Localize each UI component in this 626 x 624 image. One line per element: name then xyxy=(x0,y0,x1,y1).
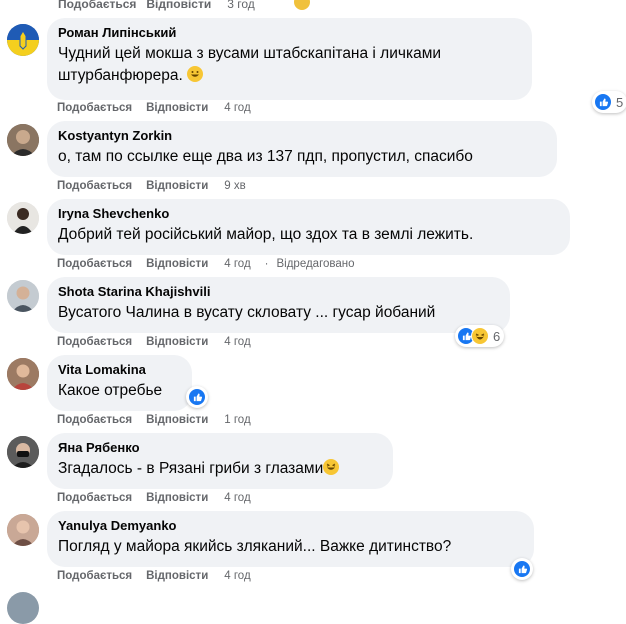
like-icon xyxy=(513,560,531,578)
reaction-summary[interactable]: 6 xyxy=(455,325,505,347)
comment-author[interactable]: Vita Lomakina xyxy=(58,362,180,378)
reply-link[interactable]: Відповісти xyxy=(146,102,208,114)
like-link[interactable]: Подобається xyxy=(58,0,136,11)
timestamp[interactable]: 4 год xyxy=(224,336,250,348)
timestamp[interactable]: 4 год xyxy=(224,258,250,270)
comment-bubble: Kostyantyn Zorkin о, там по ссылке еще д… xyxy=(47,121,557,177)
timestamp[interactable]: 4 год xyxy=(224,570,250,582)
avatar[interactable] xyxy=(7,358,39,390)
comment-text: Какое отребье xyxy=(58,382,163,399)
reply-link[interactable]: Відповісти xyxy=(146,258,208,270)
like-link[interactable]: Подобається xyxy=(57,336,132,348)
comment-actions: Подобається Відповісти 4 год xyxy=(57,102,265,114)
comment-actions: Подобається Відповісти 4 год · Відредаго… xyxy=(57,258,369,270)
comment-author[interactable]: Kostyantyn Zorkin xyxy=(58,128,545,144)
comment-text: Чудний цей мокша з вусами штабскапітана … xyxy=(58,45,442,84)
like-link[interactable]: Подобається xyxy=(57,414,132,426)
comment-author[interactable]: Роман Липінський xyxy=(58,25,520,41)
comment-actions: Подобається Відповісти 4 год xyxy=(57,336,265,348)
comment-bubble: Yanulya Demyanko Погляд у майора якийсь … xyxy=(47,511,534,567)
like-icon xyxy=(594,93,612,111)
timestamp[interactable]: 9 хв xyxy=(224,180,245,192)
comment-author[interactable]: Iryna Shevchenko xyxy=(58,206,558,222)
timestamp[interactable]: 3 год xyxy=(227,0,255,11)
comment-actions: Подобається Відповісти 9 хв xyxy=(57,180,260,192)
haha-icon xyxy=(471,327,489,345)
avatar[interactable] xyxy=(7,280,39,312)
comment-actions: Подобається Відповісти 1 год xyxy=(57,414,265,426)
separator-dot: · xyxy=(264,258,269,270)
timestamp[interactable]: 1 год xyxy=(224,414,250,426)
avatar[interactable] xyxy=(7,436,39,468)
grinning-emoji-icon xyxy=(187,66,204,82)
comment-text: Вусатого Чалина в вусату скловату ... гу… xyxy=(58,304,436,321)
reaction-icon[interactable] xyxy=(292,0,312,12)
comment-author[interactable]: Yanulya Demyanko xyxy=(58,518,522,534)
like-link[interactable]: Подобається xyxy=(57,492,132,504)
comment-bubble: Shota Starina Khajishvili Вусатого Чалин… xyxy=(47,277,510,333)
comment-author[interactable]: Shota Starina Khajishvili xyxy=(58,284,498,300)
comment-text: Погляд у майора якийсь зляканий... Важке… xyxy=(58,538,452,555)
avatar[interactable] xyxy=(7,124,39,156)
rofl-emoji-icon xyxy=(323,459,340,475)
reply-link[interactable]: Відповісти xyxy=(146,570,208,582)
like-link[interactable]: Подобається xyxy=(57,180,132,192)
comment-actions: Подобається Відповісти 4 год xyxy=(57,492,265,504)
comment-bubble: Роман Липінський Чудний цей мокша з вуса… xyxy=(47,18,532,100)
timestamp[interactable]: 4 год xyxy=(224,102,250,114)
avatar[interactable] xyxy=(7,514,39,546)
edited-label[interactable]: Відредаговано xyxy=(277,258,355,270)
like-icon xyxy=(188,388,206,406)
comment-text: о, там по ссылке еще два из 137 пдп, про… xyxy=(58,148,473,165)
like-link[interactable]: Подобається xyxy=(57,258,132,270)
comment-bubble: Яна Рябенко Згадалось - в Рязані гриби з… xyxy=(47,433,393,489)
reaction-count: 6 xyxy=(493,328,501,344)
reply-link[interactable]: Відповісти xyxy=(146,336,208,348)
timestamp[interactable]: 4 год xyxy=(224,492,250,504)
comment-bubble: Vita Lomakina Какое отребье xyxy=(47,355,192,411)
comment-author[interactable]: Яна Рябенко xyxy=(58,440,381,456)
reaction-count: 5 xyxy=(616,94,624,110)
reply-link[interactable]: Відповісти xyxy=(146,180,208,192)
comment-actions: Подобається Відповісти 4 год xyxy=(57,570,265,582)
reply-link[interactable]: Відповісти xyxy=(146,492,208,504)
reply-link[interactable]: Відповісти xyxy=(146,0,211,11)
comment-bubble: Iryna Shevchenko Добрий тей російський м… xyxy=(47,199,570,255)
reaction-summary[interactable] xyxy=(186,386,208,408)
like-link[interactable]: Подобається xyxy=(57,102,132,114)
comment-text: Згадалось - в Рязані гриби з глазами xyxy=(58,458,381,480)
avatar[interactable] xyxy=(7,24,39,56)
comment-actions-top: Подобається Відповісти 3 год xyxy=(58,0,255,11)
like-link[interactable]: Подобається xyxy=(57,570,132,582)
avatar[interactable] xyxy=(7,592,39,624)
avatar[interactable] xyxy=(7,202,39,234)
reaction-summary[interactable]: 5 xyxy=(592,91,626,113)
reply-link[interactable]: Відповісти xyxy=(146,414,208,426)
comment-text: Добрий тей російський майор, що здох та … xyxy=(58,226,474,243)
reaction-summary[interactable] xyxy=(511,558,533,580)
